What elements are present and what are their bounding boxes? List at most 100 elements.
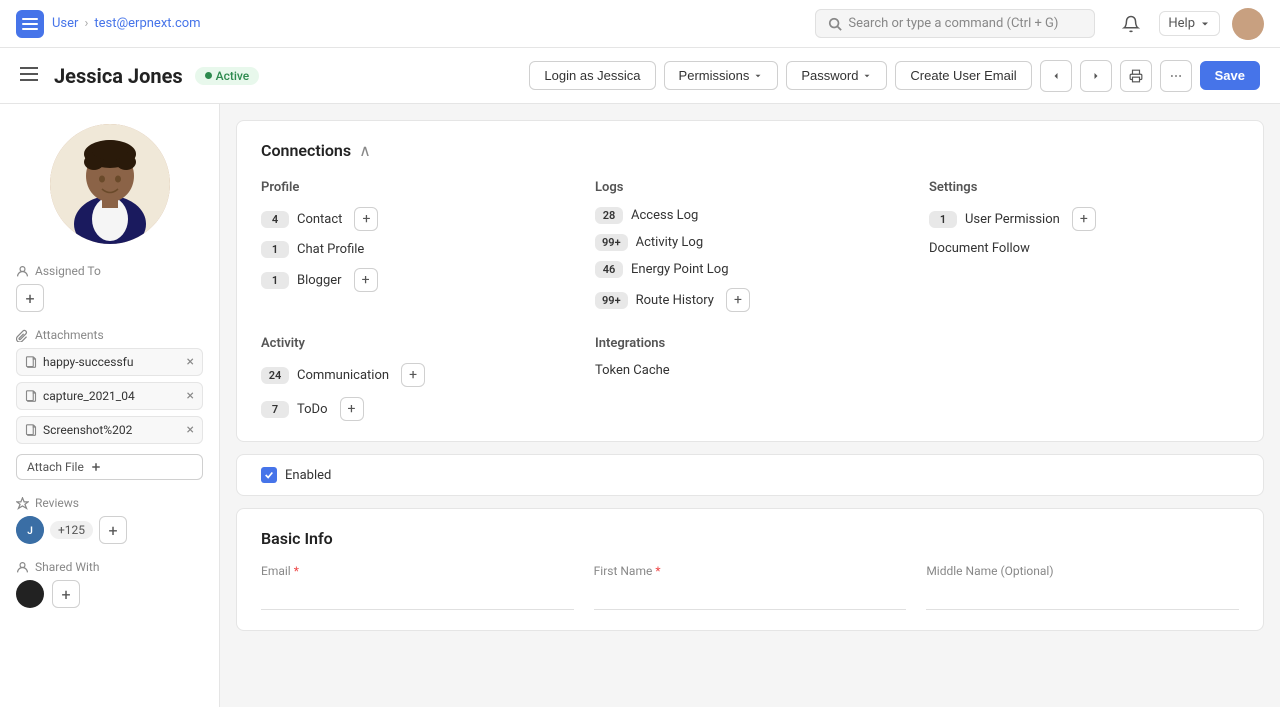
more-options-button[interactable] <box>1160 60 1192 92</box>
attachment-item-1: happy-successfu × <box>16 348 203 376</box>
settings-items: 1 User Permission + Document Follow <box>929 207 1239 256</box>
conn-document-follow-label[interactable]: Document Follow <box>929 241 1030 256</box>
blogger-add[interactable]: + <box>354 268 378 292</box>
todo-add[interactable]: + <box>340 397 364 421</box>
assigned-to-section: Assigned To + <box>16 264 203 312</box>
integrations-items: Token Cache <box>595 363 905 378</box>
middle-name-input[interactable] <box>926 582 1239 610</box>
conn-activity-log: 99+ Activity Log <box>595 234 905 251</box>
conn-access-log-label[interactable]: Access Log <box>631 208 698 223</box>
remove-attachment-3[interactable]: × <box>187 422 194 438</box>
conn-energy-point-log-label[interactable]: Energy Point Log <box>631 262 729 277</box>
connections-card: Connections ∧ Profile 4 Contact + 1 <box>236 120 1264 442</box>
connections-grid: Profile 4 Contact + 1 Chat Profile 1 <box>261 180 1239 312</box>
header-actions: Login as Jessica Permissions Password Cr… <box>529 60 1260 92</box>
activity-add[interactable]: + <box>401 363 425 387</box>
email-input[interactable] <box>261 582 574 610</box>
add-shared[interactable]: + <box>52 580 80 608</box>
activity-section: Activity 24 Communication + 7 ToDo + <box>261 336 571 421</box>
conn-user-permission-label[interactable]: User Permission <box>965 212 1060 227</box>
print-button[interactable] <box>1120 60 1152 92</box>
breadcrumb-sep-1: › <box>84 16 88 31</box>
basic-info-card: Basic Info Email * First Name * <box>236 508 1264 631</box>
first-name-field: First Name * <box>594 564 907 610</box>
page-title: Jessica Jones <box>54 64 183 88</box>
conn-token-cache-label[interactable]: Token Cache <box>595 363 670 378</box>
login-as-button[interactable]: Login as Jessica <box>529 61 655 90</box>
user-avatar[interactable] <box>1232 8 1264 40</box>
create-user-email-button[interactable]: Create User Email <box>895 61 1031 90</box>
basic-info-title: Basic Info <box>261 529 1239 548</box>
password-button[interactable]: Password <box>786 61 887 90</box>
top-nav: User › test@erpnext.com Search or type a… <box>0 0 1280 48</box>
content-area: Assigned To + Attachments happy-successf… <box>0 104 1280 707</box>
conn-todo-label[interactable]: ToDo <box>297 402 328 417</box>
first-name-input[interactable] <box>594 582 907 610</box>
prev-button[interactable] <box>1040 60 1072 92</box>
help-button[interactable]: Help <box>1159 11 1220 36</box>
attach-file-button[interactable]: Attach File <box>16 454 203 480</box>
email-required: * <box>294 564 299 578</box>
connections-header: Connections ∧ <box>261 141 1239 160</box>
next-button[interactable] <box>1080 60 1112 92</box>
collapse-connections[interactable]: ∧ <box>359 141 371 160</box>
settings-spacer <box>929 336 1239 421</box>
integrations-section: Integrations Token Cache <box>595 336 905 421</box>
remove-attachment-2[interactable]: × <box>187 388 194 404</box>
conn-route-history-label[interactable]: Route History <box>636 293 714 308</box>
integrations-title: Integrations <box>595 336 905 351</box>
settings-add[interactable]: + <box>1072 207 1096 231</box>
conn-route-history: 99+ Route History + <box>595 288 905 312</box>
sidebar-toggle[interactable] <box>20 66 38 85</box>
conn-chat-profile-label[interactable]: Chat Profile <box>297 242 364 257</box>
profile-title: Profile <box>261 180 571 195</box>
enabled-row: Enabled <box>236 454 1264 496</box>
settings-title: Settings <box>929 180 1239 195</box>
enabled-checkbox[interactable] <box>261 467 277 483</box>
notification-bell[interactable] <box>1115 8 1147 40</box>
nav-right: Help <box>1115 8 1264 40</box>
basic-info-form: Email * First Name * Middle Name (Option… <box>261 564 1239 610</box>
email-field: Email * <box>261 564 574 610</box>
conn-communication-label[interactable]: Communication <box>297 368 389 383</box>
add-review[interactable]: + <box>99 516 127 544</box>
status-dot <box>205 72 212 79</box>
assigned-to-label: Assigned To <box>16 264 203 278</box>
assigned-to-add[interactable]: + <box>16 284 44 312</box>
review-count: +125 <box>50 521 93 539</box>
conn-blogger: 1 Blogger + <box>261 268 571 292</box>
app-icon[interactable] <box>16 10 44 38</box>
save-button[interactable]: Save <box>1200 61 1260 90</box>
connections-title: Connections <box>261 141 351 160</box>
logs-section: Logs 28 Access Log 99+ Activity Log 46 E <box>595 180 905 312</box>
first-name-label: First Name * <box>594 564 907 578</box>
avatar-container <box>16 124 203 244</box>
activity-items: 24 Communication + 7 ToDo + <box>261 363 571 421</box>
email-label: Email * <box>261 564 574 578</box>
breadcrumb-user[interactable]: User <box>52 16 78 31</box>
attachments-section: Attachments happy-successfu × capture_20… <box>16 328 203 480</box>
sidebar: Assigned To + Attachments happy-successf… <box>0 104 220 707</box>
conn-communication: 24 Communication + <box>261 363 571 387</box>
profile-add[interactable]: + <box>354 207 378 231</box>
profile-section: Profile 4 Contact + 1 Chat Profile 1 <box>261 180 571 312</box>
middle-name-label: Middle Name (Optional) <box>926 564 1239 578</box>
logs-title: Logs <box>595 180 905 195</box>
conn-token-cache: Token Cache <box>595 363 905 378</box>
attachments-label: Attachments <box>16 328 203 342</box>
page-header: Jessica Jones Active Login as Jessica Pe… <box>0 48 1280 104</box>
shared-with-row: + <box>16 580 203 608</box>
conn-blogger-label[interactable]: Blogger <box>297 273 342 288</box>
remove-attachment-1[interactable]: × <box>187 354 194 370</box>
reviews-row: J +125 + <box>16 516 203 544</box>
conn-activity-log-label[interactable]: Activity Log <box>636 235 704 250</box>
search-bar[interactable]: Search or type a command (Ctrl + G) <box>815 9 1095 38</box>
reviews-section: Reviews J +125 + <box>16 496 203 544</box>
permissions-button[interactable]: Permissions <box>664 61 779 90</box>
conn-document-follow: Document Follow <box>929 241 1239 256</box>
conn-energy-point-log: 46 Energy Point Log <box>595 261 905 278</box>
breadcrumb-email[interactable]: test@erpnext.com <box>94 16 200 31</box>
logs-add[interactable]: + <box>726 288 750 312</box>
conn-contact-label[interactable]: Contact <box>297 212 342 227</box>
activity-title: Activity <box>261 336 571 351</box>
